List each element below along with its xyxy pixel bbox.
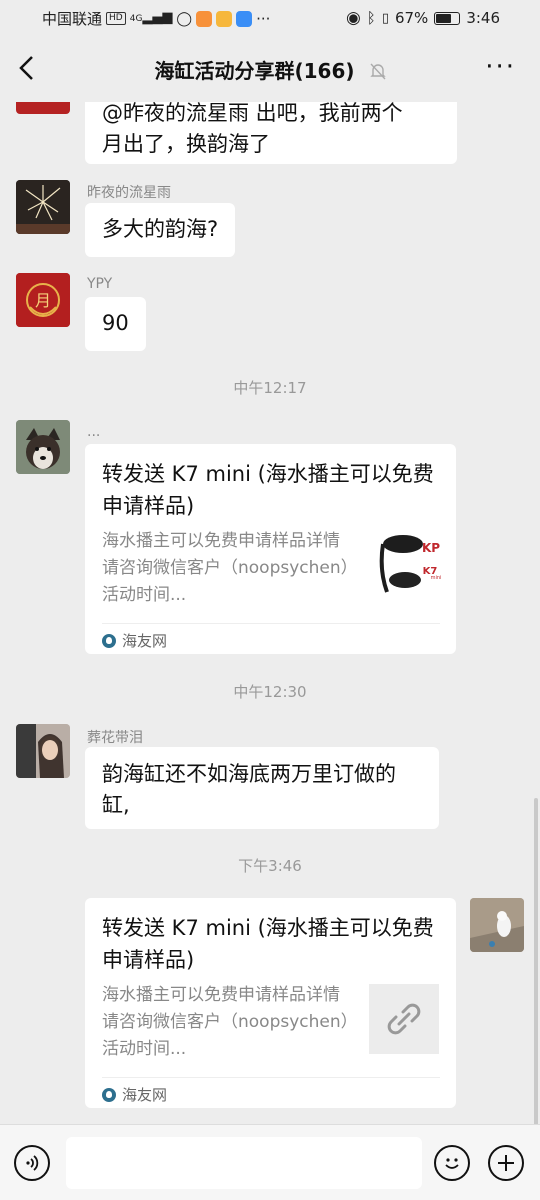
product-thumbnail: KP K7 mini — [373, 530, 443, 600]
carrier-label: 中国联通 — [42, 10, 103, 28]
card-title: 转发送 K7 mini (海水播主可以免费申请样品) — [102, 916, 434, 972]
emoji-icon[interactable] — [434, 1145, 470, 1181]
link-icon — [387, 1003, 421, 1035]
card-source-name: 海友网 — [122, 632, 168, 650]
timestamp: 中午12:17 — [233, 379, 307, 397]
sender-name: 昨夜的流星雨 — [87, 185, 171, 201]
clock: 3:46 — [466, 9, 500, 27]
timestamp: 中午12:30 — [233, 683, 307, 701]
app-icon — [216, 10, 233, 27]
status-bar: 中国联通 HD 4G▂▄▆ ◯ ··· ◉ ᛒ ▯ 67% 3:46 — [0, 0, 540, 36]
bluetooth-icon: ᛒ — [366, 9, 376, 27]
shared-link-card[interactable]: 转发送 K7 mini (海水播主可以免费申请样品) 海水播主可以免费申请样品详… — [85, 898, 456, 1108]
chat-header: 海缸活动分享群(166) ··· — [0, 36, 540, 102]
message-text: 多大的韵海? — [102, 217, 219, 241]
message-input[interactable] — [66, 1137, 422, 1189]
avatar[interactable] — [16, 102, 70, 114]
chat-title: 海缸活动分享群(166) — [0, 55, 540, 84]
link-thumbnail — [369, 984, 439, 1054]
hd-badge: HD — [106, 12, 126, 25]
signal-icon: 4G▂▄▆ — [129, 10, 173, 25]
message-text: @昨夜的流星雨 出吧，我前两个 — [102, 102, 403, 125]
card-divider — [102, 623, 440, 624]
bell-muted-icon — [369, 62, 386, 84]
avatar[interactable] — [16, 420, 70, 474]
chat-title-text: 海缸活动分享群(166) — [154, 59, 355, 83]
card-divider — [102, 1077, 440, 1078]
input-bar — [0, 1124, 540, 1200]
message-bubble[interactable]: @昨夜的流星雨 出吧，我前两个 月出了，换韵海了 — [85, 102, 457, 164]
battery-percent: 67% — [394, 9, 429, 27]
svg-text:月: 月 — [35, 291, 51, 310]
card-source: 海友网 — [102, 1084, 167, 1105]
self-avatar[interactable] — [470, 898, 524, 952]
thumb-model-sub-text: mini — [431, 575, 442, 581]
source-logo-icon — [102, 633, 116, 648]
sender-name: ... — [87, 424, 101, 440]
avatar[interactable]: 月 — [16, 273, 70, 327]
sender-name: 葬花带泪 — [87, 730, 143, 746]
video-app-icon — [196, 10, 213, 27]
search-app-icon — [236, 10, 253, 27]
eye-icon: ◉ — [345, 8, 361, 28]
plus-icon[interactable] — [488, 1145, 524, 1181]
vibrate-icon: ▯ — [381, 10, 389, 26]
message-text: 月出了，换韵海了 — [102, 132, 270, 156]
avatar[interactable] — [16, 180, 70, 234]
message-bubble[interactable]: 多大的韵海? — [85, 203, 236, 257]
card-source: 海友网 — [102, 630, 167, 651]
card-description: 海水播主可以免费申请样品详情请咨询微信客户（noopsychen）活动时间... — [102, 531, 350, 605]
timestamp: 下午3:46 — [238, 857, 302, 875]
voice-icon[interactable] — [14, 1145, 50, 1181]
scrollbar[interactable] — [534, 798, 538, 1128]
message-bubble[interactable]: 90 — [85, 297, 146, 351]
shared-link-card[interactable]: 转发送 K7 mini (海水播主可以免费申请样品) 海水播主可以免费申请样品详… — [85, 444, 456, 654]
card-description: 海水播主可以免费申请样品详情请咨询微信客户（noopsychen）活动时间... — [102, 985, 350, 1059]
more-icon[interactable]: ··· — [485, 52, 516, 82]
sender-name: YPY — [87, 276, 113, 292]
battery-icon — [434, 11, 461, 25]
sync-icon: ◯ — [176, 10, 193, 27]
card-source-name: 海友网 — [122, 1086, 168, 1104]
source-logo-icon — [102, 1087, 116, 1102]
message-list[interactable]: @昨夜的流星雨 出吧，我前两个 月出了，换韵海了 昨夜的流星雨 多大的韵海? 月… — [0, 102, 540, 1124]
card-title: 转发送 K7 mini (海水播主可以免费申请样品) — [102, 462, 434, 518]
message-text: 韵海缸还不如海底两万里订做的缸, — [102, 762, 396, 817]
message-text: 90 — [102, 311, 129, 335]
avatar[interactable] — [16, 724, 70, 778]
more-status-icon: ··· — [256, 9, 271, 28]
thumb-brand-text: KP — [422, 541, 440, 555]
message-bubble[interactable]: 韵海缸还不如海底两万里订做的缸, — [85, 747, 439, 829]
